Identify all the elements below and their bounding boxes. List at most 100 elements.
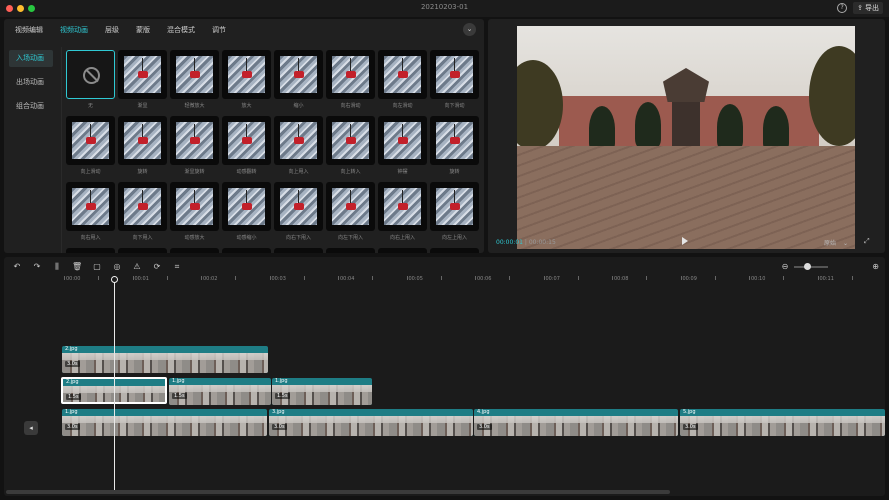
timeline-clip[interactable]: 1.jpg 3.0s xyxy=(62,409,267,436)
animation-grid: 无 渐显 轻微放大 放大 缩小 向右滑动 向左滑动 向下滑动 向上滑动 旋转 渐显旋转 动感翻转 向上甩… xyxy=(66,50,479,253)
animation-preset[interactable]: 轻微放大 xyxy=(170,50,219,116)
animation-thumbnail xyxy=(378,116,427,165)
preview-video-frame[interactable] xyxy=(517,26,855,249)
animation-label: 缩小 xyxy=(293,103,304,109)
export-button[interactable]: ⇪ 导出 xyxy=(853,2,883,14)
animation-preset[interactable]: 动感翻转 xyxy=(222,116,271,182)
help-icon[interactable]: ? xyxy=(837,3,848,13)
rotate-icon[interactable]: ⟳ xyxy=(152,262,162,272)
crop-icon[interactable]: ⌗ xyxy=(172,262,182,272)
playhead-line[interactable] xyxy=(114,278,115,490)
time-ruler[interactable]: 00:00 00:01 00:02 00:03 00:04 00:05 00:06 00:07… xyxy=(4,276,885,288)
animation-thumbnail xyxy=(326,116,375,165)
side-item-out-animation[interactable]: 出场动画 xyxy=(9,74,53,91)
animation-preset[interactable] xyxy=(326,248,375,253)
animation-thumbnail xyxy=(222,50,271,99)
animation-preset[interactable] xyxy=(170,248,219,253)
animation-preset[interactable] xyxy=(378,248,427,253)
collapse-chevron-icon[interactable]: ⌄ xyxy=(463,23,476,36)
animation-thumbnail xyxy=(326,248,375,253)
tab-mask[interactable]: 蒙版 xyxy=(136,25,150,35)
tab-video-animation[interactable]: 视频动画 xyxy=(60,25,88,35)
animation-preset[interactable]: 钟摆 xyxy=(378,116,427,182)
animation-preset[interactable] xyxy=(274,248,323,253)
animation-preset[interactable]: 向右上甩入 xyxy=(378,182,427,248)
tab-layer[interactable]: 层级 xyxy=(105,25,119,35)
animation-preset[interactable]: 向上滑动 xyxy=(66,116,115,182)
delete-icon[interactable]: 🗑 xyxy=(72,262,82,272)
zoom-out-icon[interactable]: ⊖ xyxy=(782,262,789,271)
animation-preset[interactable]: 无 xyxy=(66,50,115,116)
timeline-scrollbar[interactable] xyxy=(6,490,670,494)
animation-preset[interactable]: 动感放大 xyxy=(170,182,219,248)
animation-thumbnail xyxy=(378,182,427,231)
timeline-clip[interactable]: 1.jpg 1.5s xyxy=(169,378,271,405)
ruler-tick-label: 00:08 xyxy=(611,276,629,282)
animation-preset[interactable]: 向上甩入 xyxy=(274,116,323,182)
aspect-ratio-select[interactable]: 原始 ⌄ xyxy=(824,238,848,247)
animation-preset[interactable]: 动感缩小 xyxy=(222,182,271,248)
clip-name: 3.jpg xyxy=(272,409,285,415)
play-icon[interactable] xyxy=(682,237,688,245)
animation-thumbnail xyxy=(66,182,115,231)
animation-preset[interactable]: 渐显 xyxy=(118,50,167,116)
freeze-frame-icon[interactable]: ▢ xyxy=(92,262,102,272)
timeline-clip[interactable]: 1.jpg 1.5s xyxy=(272,378,372,405)
animation-preset[interactable]: 放大 xyxy=(222,50,271,116)
clip-name: 1.jpg xyxy=(275,378,288,384)
track-audio-toggle-icon[interactable]: ◂ xyxy=(24,421,38,435)
redo-icon[interactable]: ↷ xyxy=(32,262,42,272)
cable-car-icon xyxy=(384,188,421,225)
animation-preset[interactable]: 向右滑动 xyxy=(326,50,375,116)
split-icon[interactable]: ⫼ xyxy=(52,262,62,272)
timeline-clip[interactable]: 2.jpg 3.0s xyxy=(62,346,268,373)
tab-video-edit[interactable]: 视频编辑 xyxy=(15,25,43,35)
animation-preset[interactable]: 缩小 xyxy=(274,50,323,116)
cable-car-icon xyxy=(436,56,473,93)
timeline-clip[interactable]: 3.jpg 3.0s xyxy=(269,409,473,436)
side-item-in-animation[interactable]: 入场动画 xyxy=(9,50,53,67)
cable-car-icon xyxy=(332,56,369,93)
animation-preset[interactable]: 向左上甩入 xyxy=(430,182,479,248)
animation-thumbnail xyxy=(378,50,427,99)
animation-preset[interactable]: 向下甩入 xyxy=(118,182,167,248)
zoom-in-icon[interactable]: ⊕ xyxy=(872,262,879,271)
animation-preset[interactable] xyxy=(430,248,479,253)
animation-preset[interactable]: 向上转入 xyxy=(326,116,375,182)
animation-preset[interactable]: 旋转 xyxy=(118,116,167,182)
animation-preset[interactable]: 渐显旋转 xyxy=(170,116,219,182)
animation-preset[interactable]: 向右下甩入 xyxy=(274,182,323,248)
animation-preset[interactable] xyxy=(222,248,271,253)
undo-icon[interactable]: ↶ xyxy=(12,262,22,272)
tab-blend-mode[interactable]: 混合模式 xyxy=(167,25,195,35)
animation-preset[interactable] xyxy=(118,248,167,253)
animation-thumbnail xyxy=(222,182,271,231)
animation-preset[interactable]: 旋转 xyxy=(430,116,479,182)
side-item-combo-animation[interactable]: 组合动画 xyxy=(9,98,53,115)
animation-label: 钟摆 xyxy=(397,169,408,175)
animation-preset[interactable] xyxy=(66,248,115,253)
animation-preset[interactable]: 向右甩入 xyxy=(66,182,115,248)
cable-car-icon xyxy=(124,122,161,159)
tab-adjust[interactable]: 调节 xyxy=(212,25,226,35)
clip-duration: 3.0s xyxy=(65,424,80,430)
animation-preset[interactable]: 向下滑动 xyxy=(430,50,479,116)
animation-preset[interactable]: 向左滑动 xyxy=(378,50,427,116)
ruler-tick-label: 00:02 xyxy=(200,276,218,282)
fullscreen-icon[interactable]: ⤢ xyxy=(864,237,870,246)
ruler-tick-label: 00:01 xyxy=(132,276,149,282)
mirror-icon[interactable]: ⚠ xyxy=(132,262,142,272)
animation-thumbnail xyxy=(274,116,323,165)
property-tabs: 视频编辑 视频动画 层级 蒙版 混合模式 调节 xyxy=(4,19,484,41)
record-icon[interactable]: ◎ xyxy=(112,262,122,272)
playhead-handle[interactable] xyxy=(111,276,118,283)
animation-preset[interactable]: 向左下甩入 xyxy=(326,182,375,248)
zoom-slider-knob[interactable] xyxy=(804,262,812,270)
animation-thumbnail xyxy=(170,182,219,231)
cable-car-icon xyxy=(280,56,317,93)
timeline-clip[interactable]: 5.jpg 3.0s xyxy=(680,409,885,436)
zoom-slider[interactable] xyxy=(794,262,829,270)
animation-thumbnail xyxy=(430,182,479,231)
timeline-clip[interactable]: 4.jpg 3.0s xyxy=(474,409,678,436)
animation-label: 向左下甩入 xyxy=(337,235,363,241)
